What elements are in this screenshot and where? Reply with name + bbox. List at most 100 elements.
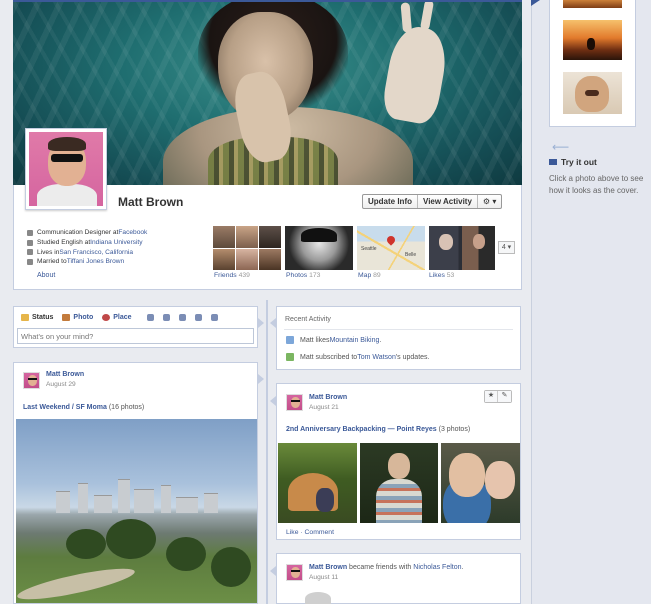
post-author[interactable]: Matt Brown [309,564,347,571]
album-photo-couple[interactable] [441,443,520,523]
more-tiles-button[interactable]: 4 ▾ [498,241,515,254]
map-pin-icon [385,234,397,246]
like-comment-links[interactable]: Like · Comment [286,529,334,536]
recent-activity-box: Recent Activity Matt likes Mountain Biki… [276,306,521,370]
travel-icon[interactable] [194,314,202,321]
tab-status-label: Status [32,314,54,321]
building [56,491,70,513]
about-location-link[interactable]: San Francisco, California [59,248,133,258]
like-icon [286,336,294,344]
cover-chooser-column: ⟵ Try it out Click a photo above to see … [531,0,651,604]
edit-icon[interactable]: ✎ [498,391,511,402]
activity-text: Matt likes [300,336,330,344]
cover-option-thumb[interactable] [563,72,622,114]
author-avatar[interactable] [23,372,40,389]
album-photo-hiker[interactable] [360,443,438,523]
view-activity-button[interactable]: View Activity [418,195,478,208]
star-icon[interactable]: ★ [485,391,498,402]
likes-tile[interactable] [429,226,495,270]
tab-place[interactable]: Place [102,314,132,321]
about-work-link[interactable]: Facebook [118,228,147,238]
friendship-post: Matt Brown became friends with Nicholas … [276,553,521,604]
photo-album-post: Matt Brown August 21 ★ ✎ 2nd Anniversary… [276,383,521,540]
flag-icon[interactable] [210,314,218,321]
profile-picture[interactable] [25,128,107,210]
recent-activity-item: Matt likes Mountain Biking. [286,336,381,344]
photo-album-post: Matt Brown August 29 Last Weekend / SF M… [13,362,258,604]
building [134,489,154,513]
place-pin-icon [102,314,111,321]
about-relationship-link[interactable]: Tiffani Jones Brown [67,257,125,267]
friendship-text: became friends with [347,564,414,571]
friend-thumb [213,248,235,270]
friendship-suffix: . [461,564,464,571]
recent-activity-item: Matt subscribed to Tom Watson's updates. [286,353,429,361]
tree [106,519,156,559]
tree [166,537,206,571]
likes-label[interactable]: Likes 53 [429,272,454,279]
post-date[interactable]: August 29 [46,381,76,388]
park-path [16,562,137,603]
about-education-link[interactable]: Indiana University [90,238,142,248]
author-avatar[interactable] [286,564,303,581]
friend-thumb [259,226,281,248]
try-it-heading: Try it out [549,157,597,167]
activity-link[interactable]: Mountain Biking [330,337,380,344]
post-author[interactable]: Matt Brown [46,371,84,378]
friend-thumb [259,248,281,270]
home-icon [27,249,33,256]
about-link[interactable]: About [37,272,55,279]
friends-count: 439 [238,272,250,279]
try-it-description: Click a photo above to see how it looks … [549,174,644,195]
friends-tile[interactable] [213,226,281,270]
post-date[interactable]: August 21 [309,404,339,411]
friend-link[interactable]: Nicholas Felton [413,564,461,571]
map-tile[interactable]: Seattle Belle [357,226,425,270]
status-input[interactable]: What's on your mind? [17,328,254,344]
map-label-seattle: Seattle [361,246,377,252]
tab-status[interactable]: Status [21,314,53,321]
album-photo-count: (16 photos) [108,404,145,411]
map-label-belle: Belle [405,252,417,258]
photos-label-text: Photos [286,272,308,279]
update-info-button[interactable]: Update Info [363,195,418,208]
profile-name[interactable]: Matt Brown [118,195,183,209]
photos-label[interactable]: Photos 173 [286,272,320,279]
profile-actions: Update Info View Activity ⚙ ▾ [362,194,503,209]
health-icon[interactable] [162,314,170,321]
about-education: Studied English at Indiana University [27,238,212,248]
album-title[interactable]: 2nd Anniversary Backpacking — Point Reye… [286,426,437,433]
flag-icon [549,159,557,165]
tab-photo[interactable]: Photo [62,314,93,321]
life-event-icon[interactable] [146,314,154,321]
post-author[interactable]: Matt Brown [309,394,347,401]
album-title[interactable]: Last Weekend / SF Moma [23,404,107,411]
graduation-cap-icon [27,239,33,246]
post-date[interactable]: August 11 [309,574,338,581]
album-photo-tent[interactable] [278,443,357,523]
friends-label[interactable]: Friends 439 [214,272,250,279]
milestone-icon[interactable] [178,314,186,321]
about-relationship-text: Married to [37,258,67,266]
about-work: Communication Designer at Facebook [27,228,212,238]
building [94,495,112,513]
friend-thumb [213,226,235,248]
photos-count: 173 [309,272,321,279]
camera-icon [62,314,71,321]
friends-label-text: Friends [214,272,237,279]
activity-suffix: 's updates. [395,353,430,361]
settings-dropdown-button[interactable]: ⚙ ▾ [478,195,501,208]
album-cover-photo[interactable] [16,419,257,603]
post-tools: ★ ✎ [484,390,512,403]
avatar-hair [48,137,86,151]
cover-option-thumb[interactable] [563,0,622,8]
map-label-text: Map [358,272,372,279]
map-label[interactable]: Map 89 [358,272,381,279]
pencil-icon [21,314,29,321]
author-avatar[interactable] [286,394,303,411]
activity-link[interactable]: Tom Watson [357,354,396,361]
friend-thumb [236,226,258,248]
cover-option-thumb[interactable] [563,20,622,60]
timeline-connector [270,566,276,576]
photos-tile[interactable] [285,226,353,270]
